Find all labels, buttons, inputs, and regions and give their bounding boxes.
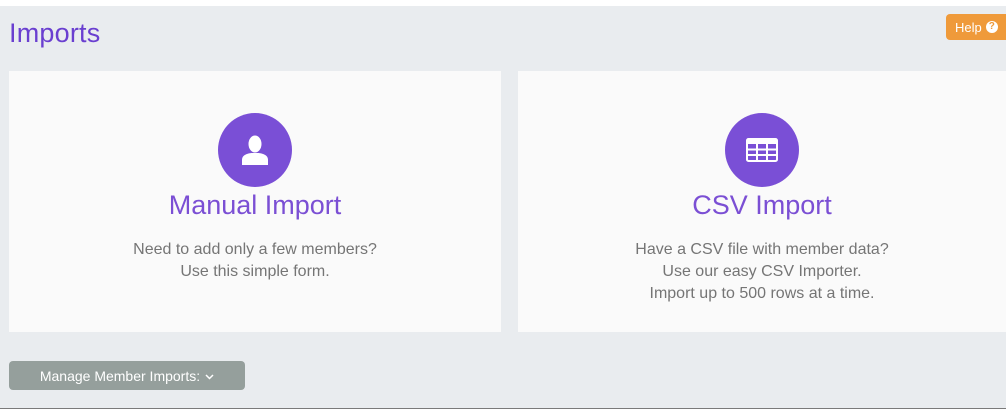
- csv-import-description: Have a CSV file with member data? Use ou…: [518, 239, 1006, 305]
- question-circle-icon: ?: [985, 21, 998, 33]
- manage-member-imports-label: Manage Member Imports:: [39, 367, 201, 384]
- imports-page: Imports Help ? Manual Import Need to add…: [0, 6, 1006, 409]
- help-button-label: Help: [955, 19, 982, 35]
- table-icon: [725, 113, 799, 187]
- manual-import-description: Need to add only a few members? Use this…: [9, 239, 501, 283]
- manage-member-imports-button[interactable]: Manage Member Imports:: [9, 361, 245, 390]
- csv-import-desc-line: Have a CSV file with member data?: [635, 241, 889, 258]
- user-icon: [218, 113, 292, 187]
- manual-import-card[interactable]: Manual Import Need to add only a few mem…: [9, 71, 501, 332]
- csv-import-desc-line: Use our easy CSV Importer.: [662, 263, 862, 280]
- manual-import-title: Manual Import: [168, 190, 342, 220]
- csv-import-title: CSV Import: [692, 190, 832, 220]
- page-title: Imports: [9, 18, 101, 48]
- manual-import-desc-line: Use this simple form.: [180, 263, 330, 280]
- csv-import-card[interactable]: CSV Import Have a CSV file with member d…: [518, 71, 1006, 332]
- chevron-down-icon: [205, 367, 214, 383]
- csv-import-desc-line: Import up to 500 rows at a time.: [649, 285, 875, 302]
- help-button[interactable]: Help ?: [946, 14, 1006, 40]
- manual-import-desc-line: Need to add only a few members?: [133, 241, 377, 258]
